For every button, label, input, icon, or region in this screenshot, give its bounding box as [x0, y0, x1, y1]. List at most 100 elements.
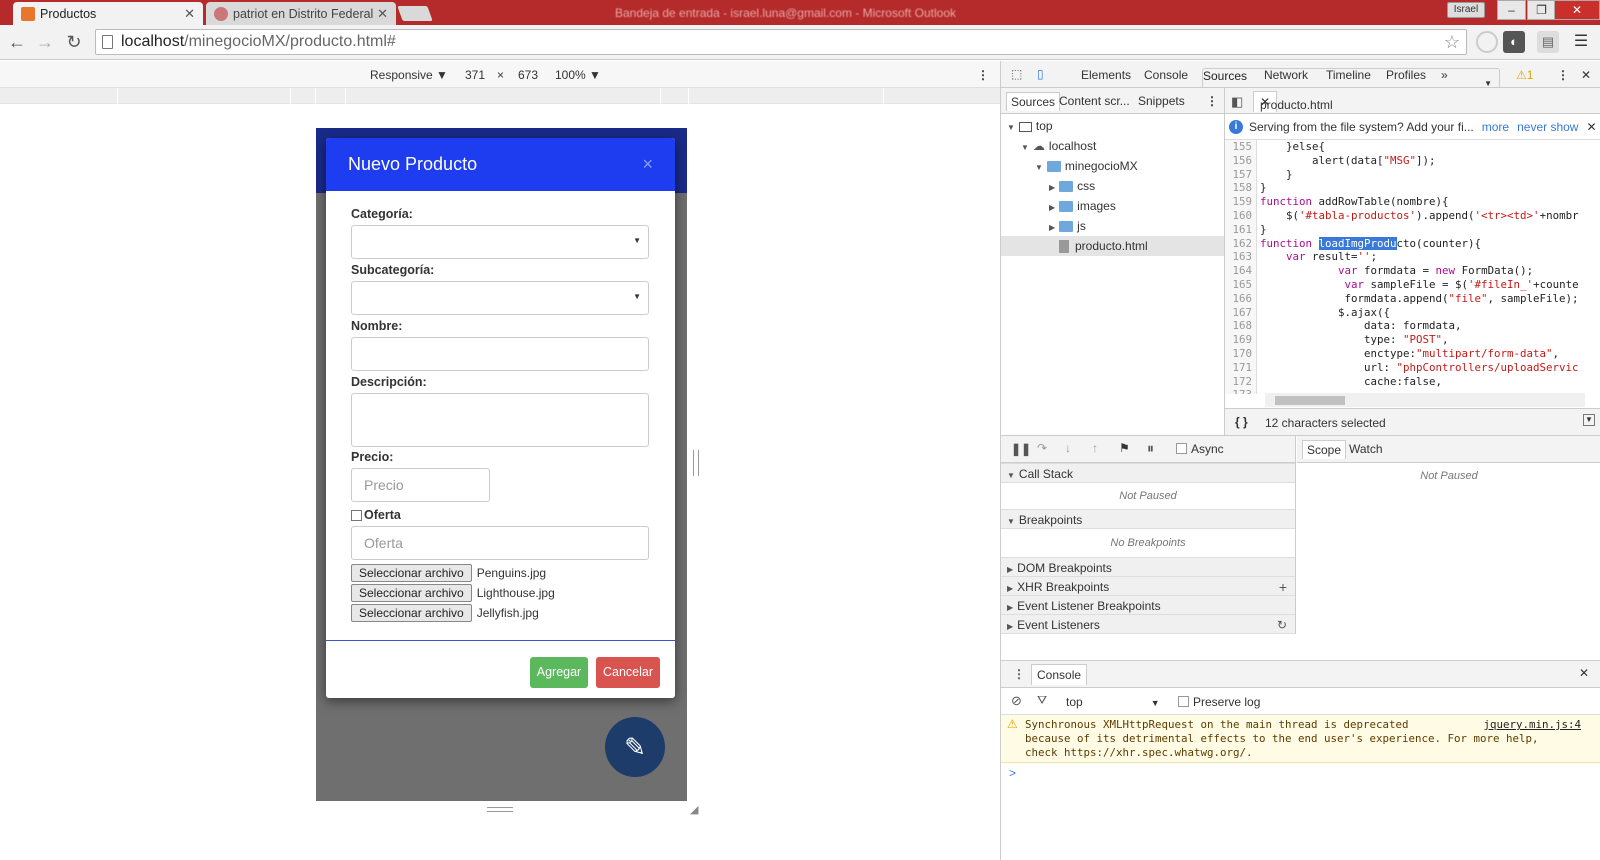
code-view[interactable]: 155 }else{ 156 alert(data["MSG"]); 157 }… [1225, 140, 1600, 394]
refresh-icon[interactable]: ↻ [1277, 615, 1287, 635]
step-out-icon[interactable]: ↑ [1092, 441, 1098, 455]
navigator-menu-icon[interactable]: ⋮ [1206, 94, 1218, 108]
warning-count[interactable]: ⚠1 [1516, 68, 1533, 82]
tab-patriot[interactable]: patriot en Distrito Federal ✕ [206, 2, 396, 25]
add-xhr-breakpoint-icon[interactable]: + [1279, 577, 1287, 597]
select-file-button[interactable]: Seleccionar archivo [351, 564, 472, 582]
viewport-resize-handle-bottom[interactable] [487, 807, 513, 812]
call-stack-header[interactable]: ▼ Call Stack [1001, 463, 1295, 483]
xhr-breakpoints-header[interactable]: ▶ XHR Breakpoints + [1001, 576, 1295, 596]
pretty-print-icon[interactable]: { } [1235, 415, 1248, 429]
tab-scope[interactable]: Scope [1302, 440, 1347, 459]
infobar-never-show-link[interactable]: never show [1517, 120, 1578, 134]
step-into-icon[interactable]: ↓ [1065, 441, 1071, 455]
forward-icon[interactable]: → [33, 30, 57, 54]
edit-fab-pencil-icon[interactable]: ✎ [605, 717, 665, 777]
tree-item-css[interactable]: ▶ css [1001, 176, 1224, 196]
nombre-input[interactable] [351, 337, 649, 371]
bookmark-star-icon[interactable]: ☆ [1444, 32, 1460, 53]
profile-button[interactable]: Israel [1447, 2, 1485, 18]
tab-sources-nav[interactable]: Sources [1006, 92, 1061, 111]
drawer-close-icon[interactable]: ✕ [1579, 666, 1589, 680]
subcategoria-select[interactable] [351, 281, 649, 315]
modal-close-icon[interactable]: × [642, 154, 653, 175]
menu-icon[interactable]: ☰ [1570, 31, 1592, 53]
reload-icon[interactable]: ↻ [62, 30, 86, 54]
viewport-resize-handle[interactable] [693, 450, 699, 476]
context-select[interactable]: top ▼ [1066, 695, 1160, 709]
infobar-more-link[interactable]: more [1482, 120, 1509, 134]
minimize-icon[interactable]: – [1497, 0, 1526, 20]
tab-console[interactable]: Console [1144, 68, 1188, 82]
devtools-close-icon[interactable]: ✕ [1581, 68, 1591, 82]
extension-icon[interactable]: ▤ [1537, 31, 1559, 53]
viewport-resize-corner-icon[interactable]: ◢ [690, 803, 698, 816]
address-bar[interactable]: localhost/minegocioMX/producto.html# ☆ [95, 29, 1467, 55]
cancelar-button[interactable]: Cancelar [596, 657, 660, 688]
categoria-select[interactable] [351, 225, 649, 259]
descripcion-textarea[interactable] [351, 393, 649, 447]
clear-console-icon[interactable]: ⊘ [1011, 693, 1022, 709]
pause-icon[interactable]: ❚❚ [1011, 442, 1031, 456]
height-input[interactable]: 673 [518, 68, 538, 82]
oferta-checkbox[interactable] [351, 509, 362, 521]
width-input[interactable]: 371 [465, 68, 485, 82]
tab-elements[interactable]: Elements [1081, 68, 1131, 82]
select-file-button[interactable]: Seleccionar archivo [351, 604, 472, 622]
more-tabs-icon[interactable]: » [1441, 68, 1448, 82]
event-listeners-header[interactable]: ▶ Event Listeners ↻ [1001, 614, 1295, 634]
console-prompt[interactable]: > [1001, 763, 1600, 783]
device-mode-select[interactable]: Responsive ▼ [370, 68, 448, 82]
tree-item-project[interactable]: ▼ minegocioMX [1001, 156, 1224, 176]
tab-watch[interactable]: Watch [1349, 442, 1383, 456]
tab-console-drawer[interactable]: Console [1031, 664, 1088, 685]
preserve-log-checkbox[interactable] [1178, 696, 1189, 707]
media-query-ruler[interactable] [0, 88, 1000, 104]
more-options-icon[interactable]: ⋮ [977, 68, 989, 82]
tree-item-js[interactable]: ▶ js [1001, 216, 1224, 236]
inspect-icon[interactable]: ⬚ [1011, 67, 1022, 81]
devtools-menu-icon[interactable]: ⋮ [1557, 68, 1569, 82]
tree-item-top[interactable]: ▼ top [1001, 116, 1224, 136]
close-tab-icon[interactable]: ✕ [377, 6, 388, 22]
url-path: /minegocioMX/producto.html# [184, 33, 396, 50]
toggle-debugger-icon[interactable]: ▼ [1583, 414, 1595, 426]
tree-item-images[interactable]: ▶ images [1001, 196, 1224, 216]
filter-icon[interactable]: ⛛ [1037, 693, 1047, 708]
tab-productos[interactable]: Productos ✕ [13, 2, 203, 25]
drawer-menu-icon[interactable]: ⋮ [1013, 667, 1025, 681]
breakpoints-header[interactable]: ▼ Breakpoints [1001, 509, 1295, 529]
event-listener-breakpoints-header[interactable]: ▶ Event Listener Breakpoints [1001, 595, 1295, 615]
warning-source-link[interactable]: jquery.min.js:4 [1483, 718, 1581, 732]
step-over-icon[interactable]: ↷ [1037, 441, 1047, 455]
extension-icon[interactable]: ◐ [1503, 31, 1525, 53]
oferta-input[interactable]: Oferta [351, 526, 649, 560]
tab-timeline[interactable]: Timeline [1326, 68, 1371, 82]
pause-on-exceptions-icon[interactable]: ⏸ [1147, 440, 1154, 457]
precio-input[interactable]: Precio [351, 468, 490, 502]
device-toggle-icon[interactable]: ▯ [1037, 67, 1044, 81]
zoom-select[interactable]: 100% ▼ [555, 68, 601, 82]
window-close-icon[interactable]: ✕ [1554, 0, 1600, 20]
toggle-navigator-icon[interactable]: ◧ [1231, 94, 1243, 110]
tab-network[interactable]: Network [1264, 68, 1308, 82]
new-tab-button[interactable] [397, 6, 433, 21]
infobar-close-icon[interactable]: ✕ [1586, 120, 1596, 134]
deactivate-breakpoints-icon[interactable]: ⚑ [1119, 441, 1130, 455]
editor-tab-file[interactable]: producto.html ✕ [1253, 91, 1333, 112]
tab-snippets[interactable]: Snippets [1138, 94, 1185, 108]
async-checkbox[interactable] [1176, 443, 1187, 454]
extension-icon[interactable] [1476, 31, 1498, 53]
dom-breakpoints-header[interactable]: ▶ DOM Breakpoints [1001, 557, 1295, 577]
tab-profiles[interactable]: Profiles [1386, 68, 1426, 82]
select-file-button[interactable]: Seleccionar archivo [351, 584, 472, 602]
restore-icon[interactable]: ❐ [1527, 0, 1556, 20]
tree-item-file[interactable]: producto.html [1001, 236, 1224, 256]
horizontal-scrollbar[interactable] [1265, 393, 1585, 407]
back-icon[interactable]: ← [5, 30, 29, 54]
oferta-checkbox-row[interactable]: Oferta [351, 508, 650, 522]
tab-content-scripts[interactable]: Content scr... [1059, 94, 1130, 108]
tree-item-localhost[interactable]: ▼ ☁ localhost [1001, 136, 1224, 156]
agregar-button[interactable]: Agregar [530, 657, 588, 688]
close-tab-icon[interactable]: ✕ [184, 6, 195, 22]
